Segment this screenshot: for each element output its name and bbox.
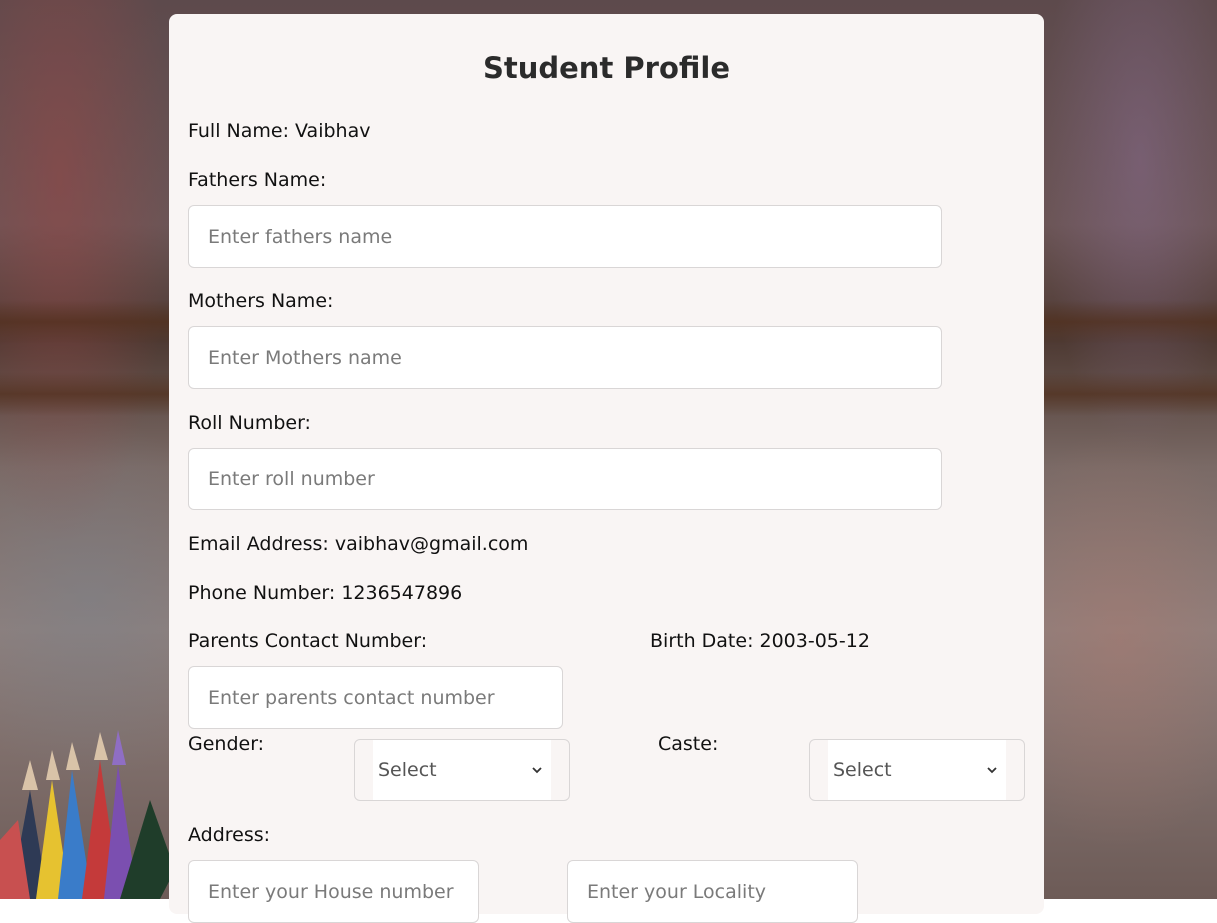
fathers-name-input[interactable] (188, 205, 942, 268)
house-number-input[interactable] (188, 860, 479, 923)
full-name-text: Full Name: Vaibhav (188, 120, 371, 142)
gender-selected-text: Select (378, 759, 437, 781)
caste-selected-text: Select (833, 759, 892, 781)
chevron-down-icon (532, 767, 542, 774)
phone-text: Phone Number: 1236547896 (188, 582, 463, 604)
gender-label: Gender: (188, 733, 265, 755)
colored-pencils-image (0, 730, 175, 899)
mothers-name-label: Mothers Name: (188, 290, 334, 312)
page-title: Student Profile (482, 51, 730, 85)
address-label: Address: (188, 824, 271, 846)
gender-select[interactable]: Select (354, 739, 570, 801)
parents-contact-label: Parents Contact Number: (188, 630, 428, 652)
roll-number-input[interactable] (188, 448, 942, 510)
caste-select-value[interactable]: Select (828, 740, 1006, 800)
mothers-name-input[interactable] (188, 326, 942, 389)
fathers-name-label: Fathers Name: (188, 169, 327, 191)
caste-select[interactable]: Select (809, 739, 1025, 801)
caste-label: Caste: (658, 733, 719, 755)
roll-number-label: Roll Number: (188, 412, 311, 434)
chevron-down-icon (987, 767, 997, 774)
locality-input[interactable] (567, 860, 858, 923)
parents-contact-input[interactable] (188, 666, 563, 729)
gender-select-value[interactable]: Select (373, 740, 551, 800)
student-profile-card: Student Profile Full Name: Vaibhav Fathe… (169, 14, 1044, 923)
email-text: Email Address: vaibhav@gmail.com (188, 533, 529, 555)
birth-date-text: Birth Date: 2003-05-12 (650, 630, 870, 652)
